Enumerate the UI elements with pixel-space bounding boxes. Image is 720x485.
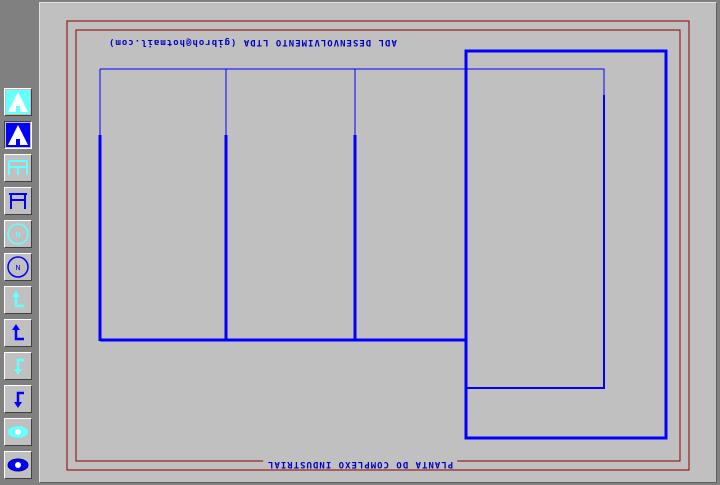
drawing-title: PLANTA DO COMPLEXO INDUSTRIAL [263, 459, 458, 469]
tool-button-north-light[interactable]: N [4, 220, 32, 248]
triangle-up-light-icon [6, 90, 30, 114]
tool-button-corner-up-dark[interactable] [4, 319, 32, 347]
arrow-corner-up-dark-icon [12, 324, 24, 341]
roof-line [100, 68, 605, 95]
tool-button-frame-dark[interactable] [4, 187, 32, 215]
sheet-border-outer [66, 20, 690, 471]
svg-text:N: N [15, 264, 20, 272]
tool-button-frame-light[interactable] [4, 154, 32, 182]
building-block-inner[interactable] [466, 95, 605, 389]
frame-light-icon [8, 160, 28, 175]
drawing-canvas[interactable]: ADL DESENVOLVIMENTO LTDA (gibroh@hotmail… [39, 2, 717, 483]
tool-button-triangle-dark[interactable] [4, 121, 32, 149]
tool-button-eye-dark[interactable] [4, 451, 32, 479]
frame-dark-icon [9, 193, 27, 209]
eye-dark-icon [7, 458, 29, 472]
arrow-corner-down-light-icon [14, 358, 24, 375]
triangle-up-dark-icon [6, 123, 30, 147]
floor-plan-drawing [66, 20, 690, 471]
tool-button-triangle-light[interactable] [4, 88, 32, 116]
north-circle-dark-icon: N [7, 256, 29, 278]
north-circle-light-icon: N [7, 223, 29, 245]
sheet-border-inner [75, 29, 681, 462]
eye-light-icon [8, 426, 28, 438]
building-block-right[interactable] [464, 49, 668, 440]
tool-button-corner-down-light[interactable] [4, 352, 32, 380]
tool-button-corner-down-dark[interactable] [4, 385, 32, 413]
company-text: ADL DESENVOLVIMENTO LTDA (gibroh@hotmail… [104, 37, 401, 47]
tool-button-north-dark[interactable]: N [4, 253, 32, 281]
tool-button-eye-light[interactable] [4, 418, 32, 446]
arrow-corner-down-dark-icon [14, 391, 24, 408]
svg-text:N: N [15, 231, 20, 239]
tool-button-corner-up-light[interactable] [4, 286, 32, 314]
tool-palette: N N [0, 0, 38, 485]
arrow-corner-up-light-icon [12, 291, 24, 308]
